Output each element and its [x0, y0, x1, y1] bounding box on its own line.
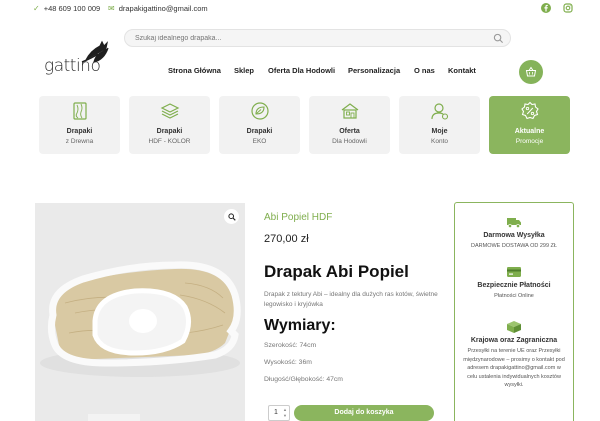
email-address: drapakigattino@gmail.com	[118, 4, 208, 13]
email-contact[interactable]: ✉ drapakigattino@gmail.com	[108, 4, 208, 13]
nav-home[interactable]: Strona Główna	[168, 66, 221, 75]
zoom-button[interactable]	[224, 209, 239, 224]
category-tile-breeders[interactable]: Oferta Dla Hodowli	[309, 96, 390, 154]
info-text: Przesyłki na terenie UE oraz Przesyłki m…	[463, 348, 565, 388]
wood-icon	[73, 102, 87, 120]
search-bar	[124, 29, 511, 47]
phone-number: +48 609 100 009	[43, 4, 101, 13]
top-bar: ✓ +48 609 100 009 ✉ drapakigattino@gmail…	[0, 0, 600, 20]
phone-contact[interactable]: ✓ +48 609 100 009	[33, 4, 100, 13]
add-to-cart-button[interactable]: Dodaj do koszyka	[294, 405, 434, 421]
info-heading: Darmowa Wysyłka	[483, 232, 545, 239]
stepper-arrows-icon[interactable]: ▲ ▼	[283, 407, 287, 419]
category-tile-eco[interactable]: Drapaki EKO	[219, 96, 300, 154]
dimension-width: Szerokość: 74cm	[264, 342, 317, 349]
package-icon	[507, 321, 521, 333]
info-secure-payments: Bezpiecznie Płatności Płatności Online	[455, 265, 573, 301]
dimensions-heading: Wymiary:	[264, 317, 336, 334]
magnifier-icon	[227, 212, 236, 221]
check-icon: ✓	[33, 3, 40, 13]
tile-title: Aktualne	[514, 128, 545, 135]
category-tile-hdf[interactable]: Drapaki HDF - KOLOR	[129, 96, 210, 154]
dimension-height: Wysokość: 36m	[264, 359, 312, 366]
search-input[interactable]	[135, 32, 475, 45]
info-domestic-international: Krajowa oraz Zagraniczna Przesyłki na te…	[455, 320, 573, 390]
tile-subtitle: Promocje	[515, 138, 544, 145]
tile-subtitle: z Drewna	[65, 138, 94, 145]
product-description: Drapak z tektury Abi – idealny dla dużyc…	[264, 291, 438, 308]
nav-breeders-offer[interactable]: Oferta Dla Hodowli	[268, 66, 335, 75]
truck-icon	[507, 218, 521, 228]
eco-leaf-icon	[251, 102, 269, 120]
tile-title: Moje	[431, 128, 448, 135]
instagram-icon[interactable]	[563, 3, 573, 13]
credit-card-icon	[507, 267, 521, 277]
facebook-icon[interactable]	[541, 3, 551, 13]
category-tile-promotions[interactable]: Aktualne Promocje	[489, 96, 570, 154]
house-icon	[341, 103, 359, 119]
shipping-info-box: Darmowa Wysyłka DARMOWE DOSTAWA OD 299 Z…	[454, 202, 574, 421]
info-text: DARMOWE DOSTAWA OD 299 ZŁ	[471, 243, 557, 249]
category-tile-wood[interactable]: Drapaki z Drewna	[39, 96, 120, 154]
nav-shop[interactable]: Sklep	[234, 66, 254, 75]
product-image[interactable]	[35, 203, 245, 421]
info-text: Płatności Online	[494, 293, 534, 299]
thumbnail-strip[interactable]	[88, 414, 140, 421]
product-title: Drapak Abi Popiel	[264, 262, 409, 281]
basket-icon	[525, 66, 537, 77]
dimension-depth: Długość/Głębokość: 47cm	[264, 376, 343, 383]
nav-about[interactable]: O nas	[414, 66, 435, 75]
product-price: 270,00 zł	[264, 233, 309, 245]
tile-subtitle: Dla Hodowli	[332, 138, 367, 145]
layers-icon	[160, 103, 180, 119]
tile-subtitle: HDF - KOLOR	[148, 138, 191, 145]
search-icon[interactable]	[493, 33, 504, 44]
tile-title: Drapaki	[66, 128, 93, 135]
tile-subtitle: Konto	[431, 138, 448, 145]
main-nav: Strona Główna Sklep Oferta Dla Hodowli P…	[0, 66, 600, 78]
info-free-shipping: Darmowa Wysyłka DARMOWE DOSTAWA OD 299 Z…	[455, 215, 573, 251]
tile-title: Oferta	[339, 128, 360, 135]
user-icon	[431, 103, 449, 120]
tile-title: Drapaki	[156, 128, 183, 135]
quantity-stepper[interactable]: 1 ▲ ▼	[268, 405, 290, 421]
cart-button[interactable]	[519, 60, 543, 84]
promo-icon	[521, 101, 539, 120]
nav-contact[interactable]: Kontakt	[448, 66, 476, 75]
tile-title: Drapaki	[246, 128, 273, 135]
cat-scratcher-illustration	[40, 261, 241, 377]
tile-subtitle: EKO	[252, 138, 267, 145]
info-heading: Bezpiecznie Płatności	[477, 282, 551, 289]
mail-icon: ✉	[108, 3, 115, 13]
nav-personalization[interactable]: Personalizacja	[348, 66, 400, 75]
category-tile-account[interactable]: Moje Konto	[399, 96, 480, 154]
info-heading: Krajowa oraz Zagraniczna	[470, 337, 558, 344]
product-category-link[interactable]: Abi Popiel HDF	[264, 212, 332, 223]
quantity-value: 1	[274, 409, 278, 416]
